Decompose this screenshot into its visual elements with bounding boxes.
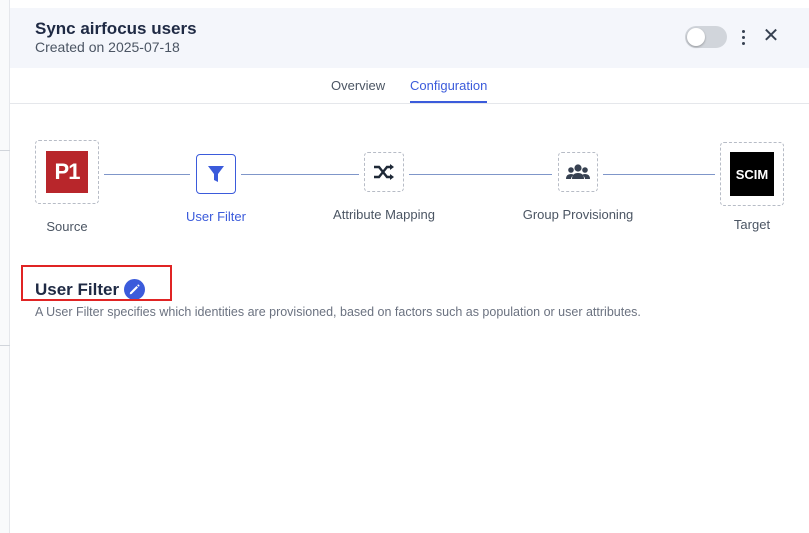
- attribute-mapping-node-box: [364, 152, 404, 192]
- tab-configuration[interactable]: Configuration: [410, 78, 488, 103]
- attribute-mapping-label: Attribute Mapping: [333, 207, 435, 222]
- user-filter-node-box: [196, 154, 236, 194]
- tab-overview[interactable]: Overview: [331, 78, 385, 101]
- users-icon: [566, 164, 590, 179]
- target-label: Target: [733, 217, 771, 232]
- scim-logo: SCIM: [730, 152, 774, 196]
- source-node-box: P1: [35, 140, 99, 204]
- panel-header: Sync airfocus users Created on 2025-07-1…: [10, 8, 809, 68]
- more-options-icon[interactable]: [737, 25, 751, 49]
- flow-connector: [603, 174, 715, 175]
- flow-detail-panel: Sync airfocus users Created on 2025-07-1…: [10, 0, 809, 533]
- panel-title: Sync airfocus users: [35, 19, 197, 38]
- filter-icon: [208, 166, 224, 182]
- close-icon[interactable]: ✕: [761, 24, 781, 48]
- pingone-logo: P1: [46, 151, 88, 193]
- background-page-edge: [0, 0, 10, 533]
- group-provisioning-label: Group Provisioning: [522, 207, 634, 222]
- shuffle-icon: [374, 164, 394, 180]
- flow-connector: [241, 174, 359, 175]
- tab-bar: Overview Configuration: [10, 68, 809, 104]
- enable-toggle[interactable]: [685, 26, 727, 48]
- toggle-knob: [687, 28, 705, 46]
- flow-connector: [409, 174, 552, 175]
- annotation-highlight-box: [21, 265, 172, 301]
- group-provisioning-node-box: [558, 152, 598, 192]
- target-node-box: SCIM: [720, 142, 784, 206]
- background-divider: [0, 345, 10, 346]
- flow-connector: [104, 174, 190, 175]
- panel-subtitle: Created on 2025-07-18: [35, 39, 180, 55]
- section-description: A User Filter specifies which identities…: [35, 305, 641, 319]
- user-filter-label: User Filter: [186, 209, 246, 224]
- source-label: Source: [46, 219, 88, 234]
- background-divider: [0, 150, 10, 151]
